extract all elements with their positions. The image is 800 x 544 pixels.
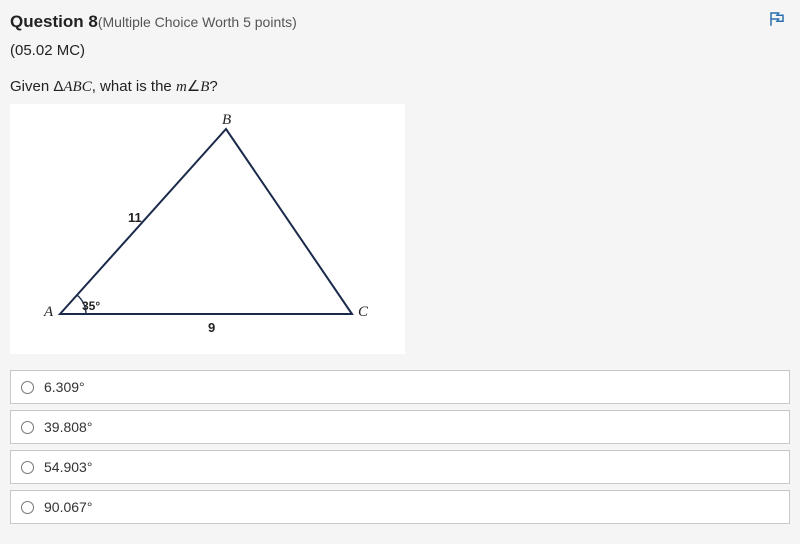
option-a-label: 6.309°	[44, 379, 85, 395]
prompt-mid: , what is the	[92, 78, 176, 95]
question-prompt: Given ΔABC, what is the m∠B?	[10, 77, 790, 96]
option-a[interactable]: 6.309°	[10, 370, 790, 404]
option-d-label: 90.067°	[44, 499, 92, 515]
angle-a-label: 35°	[82, 299, 100, 313]
option-b-label: 39.808°	[44, 419, 92, 435]
question-title: Question 8(Multiple Choice Worth 5 point…	[10, 12, 297, 32]
option-a-radio[interactable]	[21, 381, 34, 394]
option-c-label: 54.903°	[44, 459, 92, 475]
prompt-measure-m: m	[176, 79, 187, 95]
question-number: Question 8	[10, 12, 98, 31]
triangle-svg	[10, 104, 405, 354]
prompt-prefix: Given Δ	[10, 78, 63, 95]
question-worth: (Multiple Choice Worth 5 points)	[98, 14, 297, 30]
prompt-suffix: ?	[209, 78, 217, 95]
vertex-c-label: C	[358, 304, 368, 321]
triangle-diagram: A B C 11 9 35°	[10, 104, 405, 354]
option-d-radio[interactable]	[21, 501, 34, 514]
angle-symbol: ∠	[187, 78, 200, 95]
option-c-radio[interactable]	[21, 461, 34, 474]
option-c[interactable]: 54.903°	[10, 450, 790, 484]
option-d[interactable]: 90.067°	[10, 490, 790, 524]
answer-options: 6.309° 39.808° 54.903° 90.067°	[10, 370, 790, 524]
option-b[interactable]: 39.808°	[10, 410, 790, 444]
side-ac-label: 9	[208, 320, 215, 335]
prompt-triangle: ABC	[63, 79, 91, 95]
option-b-radio[interactable]	[21, 421, 34, 434]
vertex-b-label: B	[222, 112, 231, 129]
side-ab-label: 11	[128, 210, 142, 225]
question-container: Question 8(Multiple Choice Worth 5 point…	[0, 0, 800, 540]
vertex-a-label: A	[44, 304, 53, 321]
flag-icon[interactable]	[768, 10, 786, 33]
topic-code: (05.02 MC)	[10, 42, 790, 59]
question-header: Question 8(Multiple Choice Worth 5 point…	[10, 12, 790, 32]
